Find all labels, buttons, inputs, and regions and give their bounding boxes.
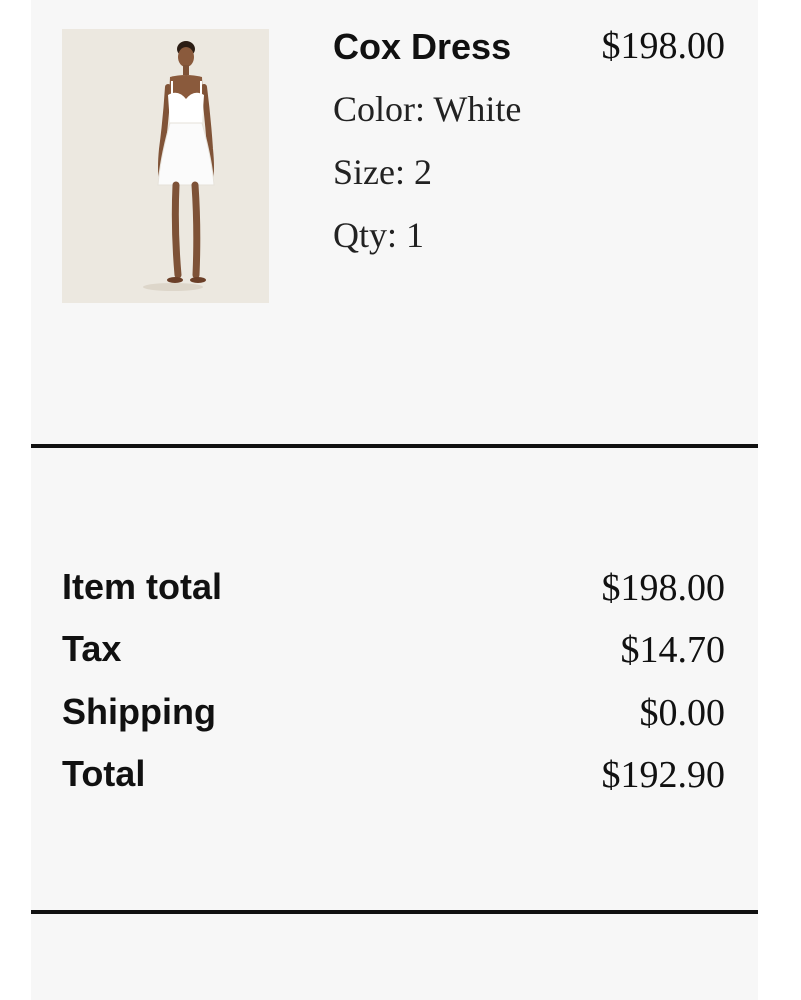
product-image[interactable] — [62, 29, 269, 303]
total-label: Total — [62, 753, 146, 794]
order-summary-page: Cox Dress $198.00 Color: White Size: 2 Q… — [0, 0, 801, 1000]
section-divider-bottom — [31, 910, 758, 914]
product-price: $198.00 — [601, 25, 726, 67]
product-name[interactable]: Cox Dress — [333, 26, 511, 68]
total-value: $192.90 — [601, 754, 726, 796]
section-divider — [31, 444, 758, 448]
shipping-label: Shipping — [62, 691, 216, 732]
product-size: Size: 2 — [333, 152, 432, 192]
product-color: Color: White — [333, 89, 522, 129]
shipping-value: $0.00 — [639, 692, 726, 734]
product-quantity: Qty: 1 — [333, 215, 425, 255]
tax-label: Tax — [62, 628, 122, 669]
tax-value: $14.70 — [620, 629, 726, 671]
item-total-value: $198.00 — [601, 567, 726, 609]
product-photo-illustration — [62, 29, 269, 303]
item-total-label: Item total — [62, 566, 223, 607]
